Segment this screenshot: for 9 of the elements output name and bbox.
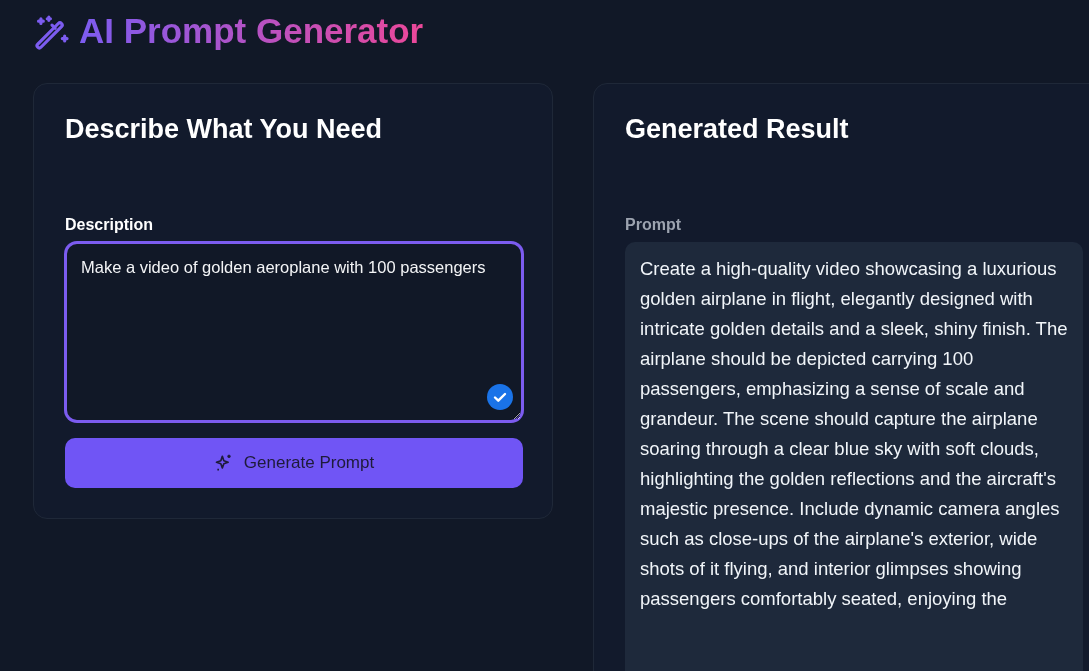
field-label: Description <box>65 216 154 234</box>
description-field[interactable]: Make a video of golden aeroplane with 100 passengers <box>65 242 523 422</box>
sparkles-icon <box>213 453 234 473</box>
field-label: Prompt <box>625 216 682 234</box>
card-heading: Describe What You Need <box>65 114 384 146</box>
check-icon[interactable] <box>487 384 513 410</box>
card-heading: Generated Result <box>625 114 850 146</box>
prompt-text: Create a high-quality video showcasing a luxurious golden airplane in flight, elegantly designed with intricate golden details and a sleek, shiny finish. The airplane should be depicted carrying 100 passengers, emphasizing a sense of scale and grandeur. The scene should capture the airplane soaring through a clear blue sky with soft clouds, highlighting the golden reflections and the aircraft's majestic presence. Include dynamic camera angles such as close-ups of the airplane's exterior, wide shots of it flying, and interior glimpses showing passengers comfortably seated, enjoying the <box>640 257 1068 611</box>
magic-wand-icon <box>33 14 71 52</box>
